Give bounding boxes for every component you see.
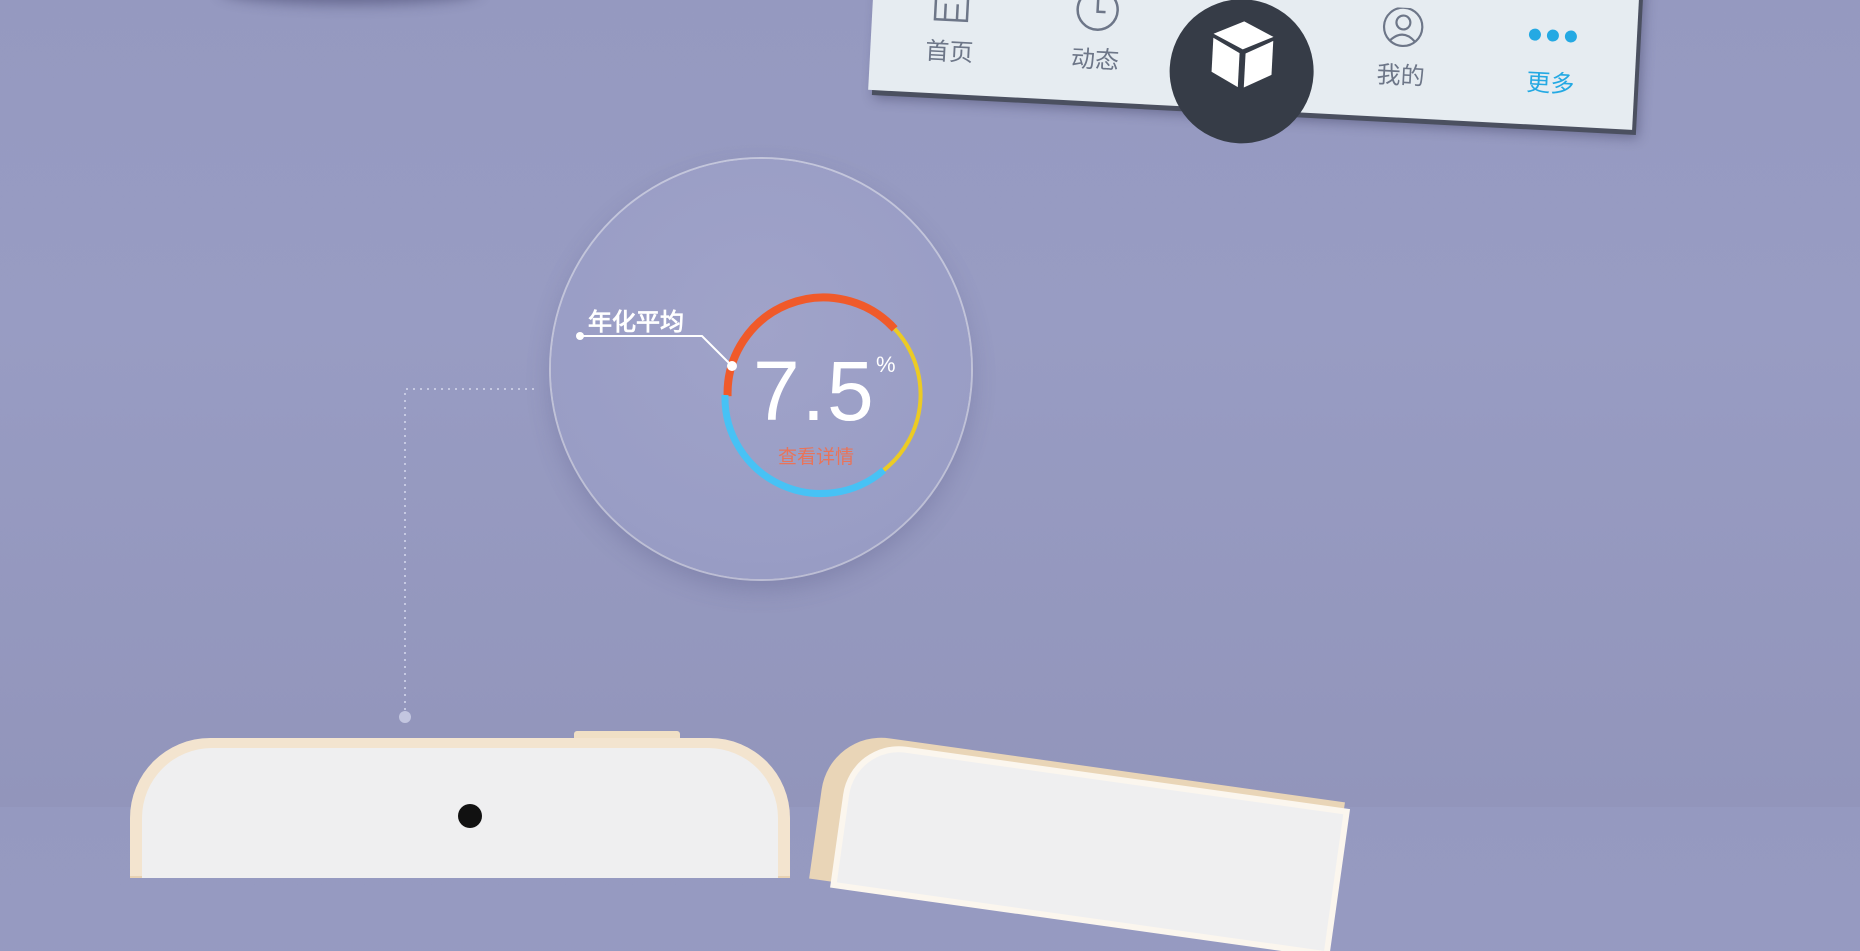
connector-dot	[399, 711, 411, 723]
annotation-start-dot	[576, 332, 584, 340]
camera-icon	[458, 804, 482, 828]
annotation-end-dot	[727, 361, 737, 371]
annotation-leader-line	[580, 335, 733, 367]
connector-dotted-line	[404, 388, 534, 716]
device-left-screen	[142, 748, 778, 878]
gauge-arc-yellow	[882, 327, 923, 472]
annotation-label: 年化平均	[588, 308, 684, 336]
device-left	[130, 738, 790, 878]
view-details-link[interactable]: 查看详情	[778, 442, 854, 469]
gauge-value: 7.5	[753, 344, 876, 438]
gauge-unit: %	[876, 352, 896, 377]
gauge-ring	[399, 293, 923, 723]
